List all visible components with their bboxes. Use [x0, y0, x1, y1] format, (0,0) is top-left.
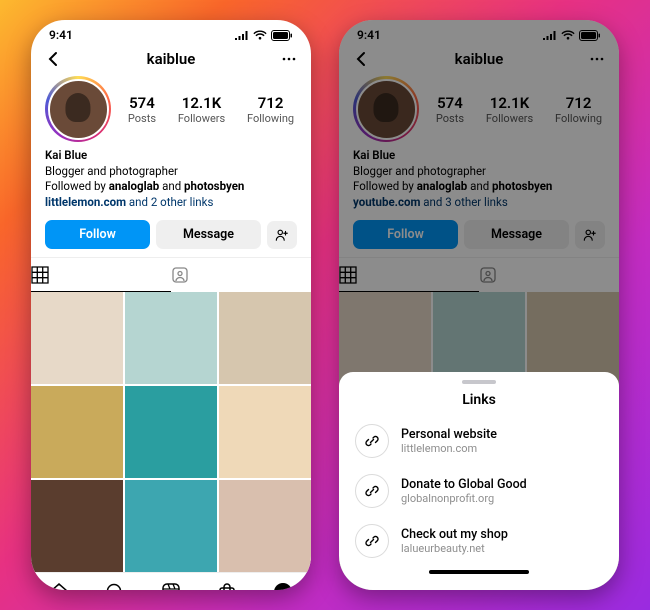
stat-followers[interactable]: 12.1K Followers	[178, 94, 225, 125]
post-tile[interactable]	[219, 292, 311, 384]
stats: 574 Posts 12.1K Followers 712 Following	[125, 94, 297, 125]
link-item[interactable]: Personal website littlelemon.com	[339, 416, 619, 466]
chevron-left-icon	[45, 51, 61, 67]
status-bar: 9:41	[31, 20, 311, 44]
post-tile[interactable]	[31, 386, 123, 478]
link-title: Personal website	[401, 427, 497, 442]
link-title: Donate to Global Good	[401, 477, 527, 492]
header-row: kaiblue	[31, 44, 311, 76]
avatar	[48, 79, 109, 140]
post-tile[interactable]	[219, 480, 311, 572]
post-tile[interactable]	[125, 292, 217, 384]
post-tile[interactable]	[219, 386, 311, 478]
bio-description: Blogger and photographer	[45, 164, 297, 180]
tab-grid[interactable]	[31, 258, 171, 292]
link-icon	[355, 424, 389, 458]
tab-tagged[interactable]	[171, 258, 311, 292]
bio-name: Kai Blue	[45, 148, 297, 164]
profile-icon	[272, 581, 294, 590]
tabs	[31, 257, 311, 292]
link-url: lalueurbeauty.net	[401, 542, 508, 555]
more-button[interactable]	[281, 51, 297, 67]
link-icon	[355, 524, 389, 558]
home-indicator[interactable]	[429, 570, 529, 574]
bio-links[interactable]: littlelemon.com and 2 other links	[45, 195, 297, 211]
add-user-icon	[275, 228, 289, 242]
tagged-icon	[171, 266, 189, 284]
suggest-button[interactable]	[267, 221, 297, 249]
link-item[interactable]: Donate to Global Good globalnonprofit.or…	[339, 466, 619, 516]
link-icon	[355, 474, 389, 508]
nav-reels[interactable]	[160, 581, 182, 590]
dots-icon	[281, 51, 297, 67]
post-grid	[31, 292, 311, 572]
follow-button[interactable]: Follow	[45, 220, 150, 249]
sheet-title: Links	[339, 392, 619, 408]
header-username: kaiblue	[147, 50, 196, 68]
avatar-story-ring[interactable]	[45, 76, 111, 142]
home-icon	[48, 581, 70, 590]
phone-left: 9:41 kaiblue 574 Posts 12.1K Followers	[31, 20, 311, 590]
reels-icon	[160, 581, 182, 590]
phone-right: 9:41 kaiblue 574 Posts 12.1K Followers	[339, 20, 619, 590]
back-button[interactable]	[45, 51, 61, 67]
profile-row: 574 Posts 12.1K Followers 712 Following	[31, 76, 311, 148]
wifi-icon	[253, 30, 267, 40]
action-buttons: Follow Message	[31, 216, 311, 257]
battery-icon	[271, 30, 293, 41]
status-indicators	[234, 30, 293, 41]
search-icon	[104, 581, 126, 590]
nav-home[interactable]	[48, 581, 70, 590]
post-tile[interactable]	[31, 292, 123, 384]
link-url: littlelemon.com	[401, 442, 497, 455]
sheet-handle[interactable]	[462, 380, 496, 384]
link-url: globalnonprofit.org	[401, 492, 527, 505]
status-time: 9:41	[49, 28, 73, 42]
nav-profile[interactable]	[272, 581, 294, 590]
bio: Kai Blue Blogger and photographer Follow…	[31, 148, 311, 216]
nav-shop[interactable]	[216, 581, 238, 590]
bottom-nav	[31, 572, 311, 590]
followed-by: Followed by analoglab and photosbyen	[45, 179, 297, 195]
link-title: Check out my shop	[401, 527, 508, 542]
stat-posts[interactable]: 574 Posts	[128, 94, 156, 125]
link-item[interactable]: Check out my shop lalueurbeauty.net	[339, 516, 619, 566]
signal-icon	[234, 30, 249, 40]
post-tile[interactable]	[125, 386, 217, 478]
shop-icon	[216, 581, 238, 590]
message-button[interactable]: Message	[156, 220, 261, 249]
stat-following[interactable]: 712 Following	[247, 94, 294, 125]
nav-search[interactable]	[104, 581, 126, 590]
grid-icon	[31, 266, 49, 284]
links-sheet: Links Personal website littlelemon.com D…	[339, 372, 619, 590]
post-tile[interactable]	[31, 480, 123, 572]
post-tile[interactable]	[125, 480, 217, 572]
